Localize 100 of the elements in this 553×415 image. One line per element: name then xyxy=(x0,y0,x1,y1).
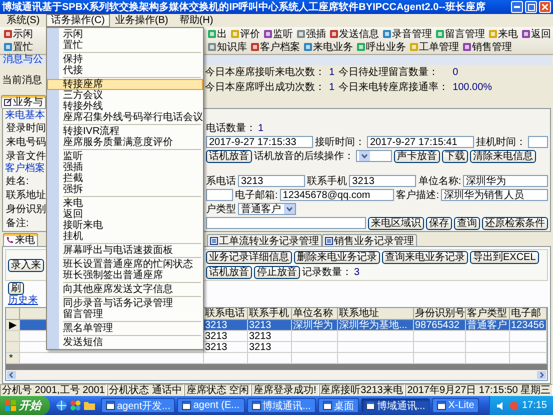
tab[interactable]: 销售业务记录管理 xyxy=(322,234,417,246)
input-field[interactable]: 3213 xyxy=(349,175,416,187)
dropdown-item[interactable]: 同步录音与话务记录管理 xyxy=(47,298,203,309)
action-button[interactable]: 话机放音 xyxy=(206,150,252,162)
toolbar-button[interactable]: 强插 xyxy=(295,28,328,40)
action-button[interactable]: 查询 xyxy=(454,216,480,230)
action-button[interactable]: 录入来 xyxy=(8,258,44,272)
toolbar-button[interactable]: 工单管理 xyxy=(408,41,461,53)
scroll-right-icon[interactable] xyxy=(537,371,546,379)
dropdown-item[interactable]: 屏幕呼出与电话速拨面板 xyxy=(47,245,203,256)
toolbar-button[interactable]: 出 xyxy=(206,28,229,40)
dropdown-item[interactable]: 留言管理 xyxy=(47,309,203,320)
dropdown-item[interactable]: 转接座席 xyxy=(47,79,203,90)
toolbar-button[interactable]: 呼出业务 xyxy=(355,41,408,53)
taskbar-button[interactable]: agent (E... xyxy=(177,398,244,413)
dropdown-item[interactable]: 示闲 xyxy=(47,29,203,40)
dropdown-item[interactable]: 强插 xyxy=(47,162,203,173)
scroll-left-icon[interactable] xyxy=(7,371,16,379)
input-field[interactable]: 3213 xyxy=(238,175,306,187)
taskbar-button[interactable]: 博域通讯... xyxy=(360,398,430,413)
maximize-icon xyxy=(528,4,534,10)
action-button[interactable]: 还原检索条件 xyxy=(482,216,548,230)
input-field[interactable] xyxy=(528,136,548,148)
menu-item[interactable]: 帮助(H) xyxy=(173,14,220,27)
menu-item[interactable]: 话务操作(C) xyxy=(46,14,110,27)
history-link[interactable]: 历史来 xyxy=(8,295,38,306)
field-label: 户类型 xyxy=(206,202,236,216)
taskbar-button[interactable]: 桌面 xyxy=(318,398,359,413)
action-button[interactable]: 声卡放音 xyxy=(394,150,440,162)
phone-icon xyxy=(6,236,14,244)
globe-icon[interactable] xyxy=(56,400,67,411)
toolbar-button[interactable]: 客户档案 xyxy=(249,41,302,53)
refresh-button[interactable]: 刷 xyxy=(8,282,24,295)
dropdown-field[interactable]: 普通客户 xyxy=(238,203,296,215)
action-button[interactable]: 话机放音 xyxy=(206,266,252,278)
dropdown-item[interactable]: 转接IVR流程 xyxy=(47,126,203,137)
toolbar-button[interactable]: 置忙 xyxy=(2,41,35,53)
minimize-icon xyxy=(514,6,520,8)
pinwheel-icon[interactable] xyxy=(70,400,81,411)
toolbar-button[interactable]: 评价 xyxy=(229,28,262,40)
toolbar-button[interactable]: 示闲 xyxy=(2,28,35,40)
dropdown-item[interactable]: 监听 xyxy=(47,151,203,162)
taskbar-button[interactable]: 博域通讯... xyxy=(246,398,316,413)
toolbar-button[interactable]: 留言管理 xyxy=(434,28,487,40)
tab[interactable]: 工单流转业务记录管理 xyxy=(207,234,322,246)
menu-item[interactable]: 业务操作(B) xyxy=(110,14,174,27)
action-button[interactable]: 下载 xyxy=(442,150,468,162)
dropdown-item[interactable]: 置忙 xyxy=(47,40,203,51)
dropdown-item[interactable]: 班长设置普通座席的忙闲状态 xyxy=(47,259,203,270)
action-button[interactable]: 导出到EXCEL xyxy=(470,251,539,264)
horizontal-scrollbar[interactable] xyxy=(6,370,547,380)
field-label: 系电话 xyxy=(206,174,236,188)
action-button[interactable]: 来电区域识 xyxy=(368,216,424,230)
close-button[interactable] xyxy=(539,1,551,13)
input-field[interactable]: 12345678@qq.com xyxy=(280,189,394,201)
toolbar-button[interactable]: 发送信息 xyxy=(328,28,381,40)
tab[interactable]: 来电 xyxy=(3,233,38,246)
dropdown-item[interactable]: 来电 xyxy=(47,198,203,209)
dropdown-item[interactable]: 拦截 xyxy=(47,173,203,184)
dropdown-item[interactable]: 强拆 xyxy=(47,184,203,195)
tab[interactable]: 业务与 xyxy=(1,95,46,108)
dropdown-item[interactable]: 班长强制签出普通座席 xyxy=(47,270,203,281)
dropdown-item[interactable]: 接听来电 xyxy=(47,220,203,231)
menu-item[interactable]: 系统(S) xyxy=(0,14,46,27)
toolbar-button[interactable]: 来电 xyxy=(487,28,520,40)
dropdown-item[interactable]: 座席召集外线号码举行电话会议 xyxy=(47,112,203,123)
dropdown-item[interactable]: 三方会议 xyxy=(47,90,203,101)
dropdown-item[interactable]: 座席服务质量满意度评价 xyxy=(47,137,203,148)
toolbar-button[interactable]: 录音管理 xyxy=(381,28,434,40)
action-button[interactable]: 删除来电业务记录 xyxy=(294,251,380,264)
toolbar-button[interactable]: 销售管理 xyxy=(461,41,514,53)
toolbar-button[interactable]: 知识库 xyxy=(206,41,249,53)
taskbar-button[interactable]: agent开发... xyxy=(101,398,176,413)
minimize-button[interactable] xyxy=(511,1,523,13)
action-button[interactable]: 业务记录详细信息 xyxy=(206,251,292,264)
dropdown-item[interactable]: 向其他座席发送文字信息 xyxy=(47,284,203,295)
dropdown-item[interactable]: 转接外线 xyxy=(47,101,203,112)
input-field[interactable]: 深圳华为 xyxy=(463,175,548,187)
maximize-button[interactable] xyxy=(525,1,537,13)
folder-icon[interactable] xyxy=(84,400,95,411)
action-button[interactable]: 保存 xyxy=(426,216,452,230)
taskbar-button[interactable]: X-Lite xyxy=(432,398,480,413)
dropdown-item[interactable]: 挂机 xyxy=(47,231,203,242)
section-title: 客户档案 xyxy=(5,163,45,174)
dropdown-item[interactable]: 代接 xyxy=(47,65,203,76)
action-button[interactable]: 清除来电信息 xyxy=(470,150,536,162)
action-button[interactable]: 查询来电业务记录 xyxy=(382,251,468,264)
field-label: 当前消息 xyxy=(1,74,42,86)
dropdown-item[interactable]: 黑名单管理 xyxy=(47,323,203,334)
input-field[interactable] xyxy=(206,217,366,229)
dropdown-field[interactable] xyxy=(356,150,392,162)
toolbar-button[interactable]: 监听 xyxy=(262,28,295,40)
toolbar-button[interactable]: 来电业务 xyxy=(302,41,355,53)
input-field[interactable]: 2017-9-27 17:15:33 xyxy=(206,136,313,148)
dropdown-item[interactable]: 返回 xyxy=(47,209,203,220)
input-field[interactable] xyxy=(206,189,233,201)
input-field[interactable]: 深圳华为销售人员 xyxy=(441,189,548,201)
action-button[interactable]: 停止放音 xyxy=(254,266,300,278)
toolbar-button[interactable]: 返回 xyxy=(520,28,553,40)
input-field[interactable]: 2017-9-27 17:15:41 xyxy=(367,136,474,148)
